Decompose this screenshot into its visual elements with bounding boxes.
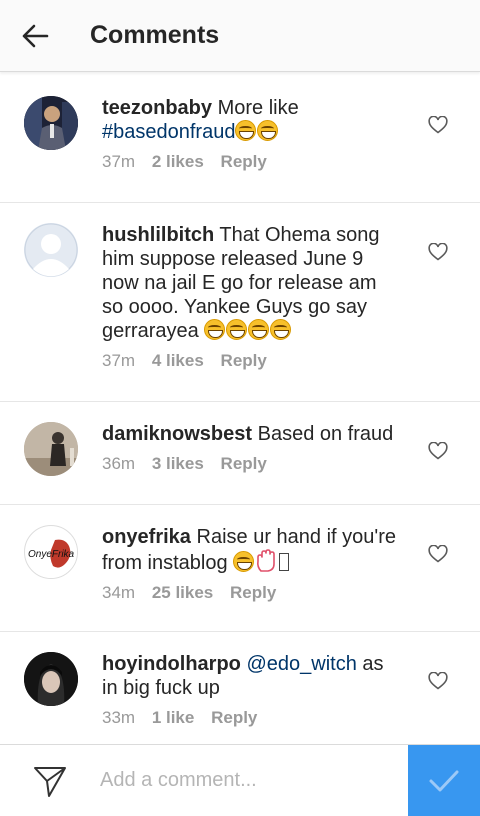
comment-username[interactable]: teezonbaby xyxy=(102,97,212,119)
back-button[interactable] xyxy=(0,0,70,72)
unsupported-glyph-icon xyxy=(279,553,290,571)
comment-text: hoyindolharpo @edo_witch as in big fuck … xyxy=(102,652,402,700)
comment-meta: 34m 25 likes Reply xyxy=(102,583,402,621)
avatar-logo-text: OnyeFrika xyxy=(28,549,75,560)
raised-hand-icon xyxy=(257,549,275,572)
comment-time: 37m xyxy=(102,152,136,171)
comment-meta: 36m 3 likes Reply xyxy=(102,454,402,492)
comment-time: 33m xyxy=(102,708,136,727)
reply-button[interactable]: Reply xyxy=(221,351,267,370)
likes-count[interactable]: 2 likes xyxy=(152,152,204,171)
comment-item: hoyindolharpo @edo_witch as in big fuck … xyxy=(0,632,480,752)
mention-link[interactable]: @edo_witch xyxy=(246,653,356,675)
post-comment-button[interactable] xyxy=(408,745,480,816)
comment-item: OnyeFrika onyefrika Raise ur hand if you… xyxy=(0,505,480,632)
heart-icon[interactable] xyxy=(428,116,448,134)
top-bar: Comments xyxy=(0,0,480,72)
comment-time: 36m xyxy=(102,454,136,473)
comment-meta: 37m 2 likes Reply xyxy=(102,152,402,190)
page-title: Comments xyxy=(90,21,220,49)
avatar[interactable]: OnyeFrika xyxy=(24,525,78,579)
grinning-emoji-icon xyxy=(204,319,226,340)
arrow-left-icon xyxy=(22,24,49,47)
comment-item: damiknowsbest Based on fraud 36m 3 likes… xyxy=(0,402,480,505)
likes-count[interactable]: 4 likes xyxy=(152,351,204,370)
comment-time: 34m xyxy=(102,583,136,602)
reply-button[interactable]: Reply xyxy=(221,152,267,171)
heart-icon[interactable] xyxy=(428,243,448,261)
comment-username[interactable]: onyefrika xyxy=(102,526,191,548)
comment-item: hushlilbitch That Ohema song him suppose… xyxy=(0,203,480,402)
grinning-emoji-icon xyxy=(270,319,292,340)
checkmark-icon xyxy=(429,770,459,792)
comment-list[interactable]: teezonbaby More like #basedonfraud 37m 2… xyxy=(0,76,480,752)
comment-text: damiknowsbest Based on fraud xyxy=(102,422,402,446)
heart-icon[interactable] xyxy=(428,545,448,563)
likes-count[interactable]: 1 like xyxy=(152,708,195,727)
avatar[interactable] xyxy=(24,96,78,150)
comment-body: More like xyxy=(217,97,299,119)
comment-time: 37m xyxy=(102,351,136,370)
likes-count[interactable]: 25 likes xyxy=(152,583,213,602)
grinning-emoji-icon xyxy=(248,319,270,340)
comment-meta: 37m 4 likes Reply xyxy=(102,351,402,389)
hashtag-link[interactable]: #basedonfraud xyxy=(102,121,235,143)
heart-icon[interactable] xyxy=(428,672,448,690)
comment-text: onyefrika Raise ur hand if you're from i… xyxy=(102,525,402,575)
avatar[interactable] xyxy=(24,223,78,277)
grinning-emoji-icon xyxy=(226,319,248,340)
comment-meta: 33m 1 like Reply xyxy=(102,708,402,746)
grinning-emoji-icon xyxy=(233,551,255,572)
avatar[interactable] xyxy=(24,652,78,706)
direct-share-button[interactable] xyxy=(0,745,100,816)
grinning-emoji-icon xyxy=(235,120,257,141)
comment-body: Based on fraud xyxy=(257,423,394,445)
comment-text: hushlilbitch That Ohema song him suppose… xyxy=(102,223,402,343)
reply-button[interactable]: Reply xyxy=(221,454,267,473)
comment-username[interactable]: damiknowsbest xyxy=(102,423,252,445)
comment-item: teezonbaby More like #basedonfraud 37m 2… xyxy=(0,76,480,203)
grinning-emoji-icon xyxy=(257,120,279,141)
paper-plane-icon xyxy=(34,766,66,797)
reply-button[interactable]: Reply xyxy=(230,583,276,602)
heart-icon[interactable] xyxy=(428,442,448,460)
comment-text: teezonbaby More like #basedonfraud xyxy=(102,96,402,144)
comment-username[interactable]: hushlilbitch xyxy=(102,224,214,246)
comment-username[interactable]: hoyindolharpo xyxy=(102,653,241,675)
likes-count[interactable]: 3 likes xyxy=(152,454,204,473)
avatar[interactable] xyxy=(24,422,78,476)
comment-composer xyxy=(0,744,480,816)
comment-input[interactable] xyxy=(100,760,400,801)
reply-button[interactable]: Reply xyxy=(211,708,257,727)
